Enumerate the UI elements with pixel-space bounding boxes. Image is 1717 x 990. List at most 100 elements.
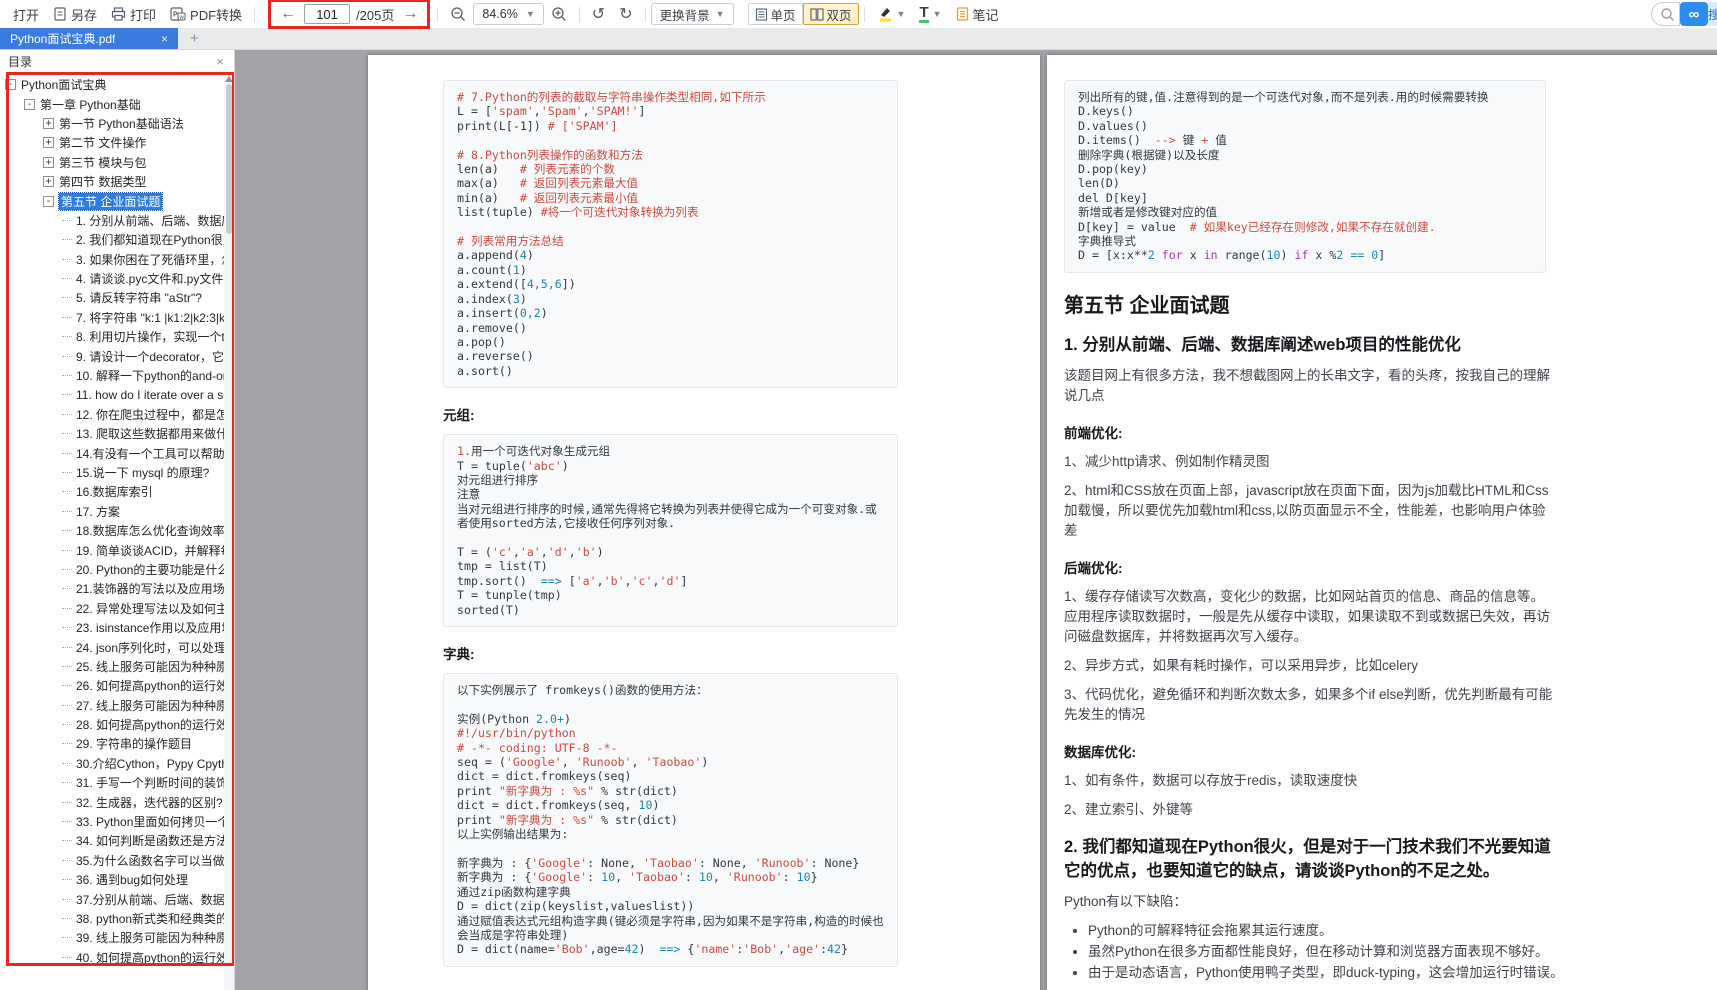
- text-tool-button[interactable]: T ▼: [912, 2, 948, 26]
- toc-item[interactable]: -第五节 企业面试题: [0, 191, 234, 210]
- expand-icon[interactable]: +: [43, 118, 54, 129]
- document-canvas[interactable]: # 7.Python的列表的截取与字符串操作类型相同,如下所示L = ['spa…: [235, 50, 1717, 990]
- toc-item[interactable]: 18.数据库怎么优化查询效率?: [0, 521, 234, 540]
- toc-item[interactable]: 8. 利用切片操作，实现一个trim(): [0, 327, 234, 346]
- toc-scrollbar[interactable]: [224, 72, 234, 990]
- toc-item[interactable]: 2. 我们都知道现在Python很火，但是对于一门技术: [0, 230, 234, 249]
- clipped-edge-button[interactable]: 搜: [1708, 2, 1717, 26]
- toc-item[interactable]: 1. 分别从前端、后端、数据库阐述web项目的性能优化: [0, 211, 234, 230]
- toc-item[interactable]: 5. 请反转字符串 "aStr"?: [0, 288, 234, 307]
- toc-item[interactable]: 20. Python的主要功能是什么?: [0, 560, 234, 579]
- redo-button[interactable]: ↻: [612, 4, 639, 24]
- toc-item[interactable]: 17. 方案: [0, 502, 234, 521]
- scrollbar-thumb[interactable]: [226, 84, 232, 234]
- toc-item[interactable]: 10. 解释一下python的and-or语法: [0, 366, 234, 385]
- save-as-button[interactable]: 另存: [46, 2, 104, 26]
- toc-item[interactable]: 27. 线上服务可能因为种种原因导致挂掉: [0, 696, 234, 715]
- tree-connector: [62, 375, 72, 376]
- single-page-button[interactable]: 单页: [748, 3, 803, 25]
- toc-item[interactable]: 12. 你在爬虫过程中，都是怎么进行的: [0, 405, 234, 424]
- toc-item[interactable]: +第一节 Python基础语法: [0, 114, 234, 133]
- scroll-up-icon[interactable]: [225, 76, 233, 82]
- toc-item[interactable]: -第一章 Python基础: [0, 94, 234, 113]
- chevron-down-icon: ▼: [716, 9, 725, 19]
- toc-close-icon[interactable]: ×: [216, 54, 224, 69]
- toc-item[interactable]: -Python面试宝典: [0, 75, 234, 94]
- toc-item[interactable]: 39. 线上服务可能因为种种原因导致: [0, 928, 234, 947]
- highlighter-button[interactable]: ▼: [870, 2, 913, 26]
- print-button[interactable]: 打印: [104, 2, 163, 26]
- toc-item-label: 22. 异常处理写法以及如何主动抛出异常: [76, 600, 234, 617]
- toc-item[interactable]: 28. 如何提高python的运行效率: [0, 715, 234, 734]
- code-line: list(tuple) #将一个可迭代对象转换为列表: [457, 205, 884, 219]
- collapse-icon[interactable]: -: [24, 99, 35, 110]
- toc-item[interactable]: 19. 简单谈谈ACID，并解释每一个特性: [0, 540, 234, 559]
- next-page-button[interactable]: →: [400, 5, 420, 23]
- toc-item[interactable]: 26. 如何提高python的运行效率: [0, 676, 234, 695]
- zoom-level-select[interactable]: 84.6% ▼: [473, 3, 543, 25]
- toc-item[interactable]: 30.介绍Cython，Pypy Cpython的区别: [0, 754, 234, 773]
- toc-item-label: 14.有没有一个工具可以帮助查找: [76, 445, 234, 462]
- toc-item[interactable]: 13. 爬取这些数据都用来做什么的: [0, 424, 234, 443]
- note-button[interactable]: 笔记: [949, 2, 1006, 26]
- double-page-button[interactable]: 双页: [803, 3, 859, 25]
- tree-connector: [62, 957, 72, 958]
- toolbar-separator: [437, 7, 438, 22]
- zoom-in-button[interactable]: [544, 2, 574, 26]
- toc-item[interactable]: +第二节 文件操作: [0, 133, 234, 152]
- toc-item[interactable]: 35.为什么函数名字可以当做参数用: [0, 851, 234, 870]
- toc-item-label: 19. 简单谈谈ACID，并解释每一个特性: [76, 542, 234, 559]
- toc-item-label: 35.为什么函数名字可以当做参数用: [76, 852, 234, 869]
- toc-item[interactable]: 33. Python里面如何拷贝一个对象?: [0, 812, 234, 831]
- code-line: 以上实例输出结果为:: [457, 827, 884, 841]
- toc-item[interactable]: 36. 遇到bug如何处理: [0, 870, 234, 889]
- section-heading: 第五节 企业面试题: [1064, 289, 1556, 318]
- tree-connector: [62, 899, 72, 900]
- expand-icon[interactable]: +: [43, 137, 54, 148]
- toc-item[interactable]: 24. json序列化时，可以处理的数据类型: [0, 637, 234, 656]
- tab-python-interview-pdf[interactable]: Python面试宝典.pdf ×: [0, 28, 178, 49]
- paragraph: 1、减少http请求、例如制作精灵图: [1064, 452, 1556, 472]
- toc-item[interactable]: 34. 如何判断是函数还是方法?: [0, 831, 234, 850]
- ai-assistant-button[interactable]: ∞: [1680, 2, 1708, 26]
- toc-item[interactable]: 37.分别从前端、后端、数据库阐述: [0, 889, 234, 908]
- undo-button[interactable]: ↺: [585, 4, 612, 24]
- toc-item[interactable]: 14.有没有一个工具可以帮助查找: [0, 443, 234, 462]
- collapse-icon[interactable]: -: [5, 79, 16, 90]
- toc-item[interactable]: 22. 异常处理写法以及如何主动抛出异常: [0, 599, 234, 618]
- toc-item[interactable]: 11. how do I iterate over a sequence: [0, 385, 234, 404]
- new-tab-button[interactable]: +: [178, 28, 211, 49]
- search-input[interactable]: [1651, 2, 1680, 26]
- toc-item[interactable]: 3. 如果你困在了死循环里，怎么打破它?: [0, 250, 234, 269]
- toc-item[interactable]: 29. 字符串的操作题目: [0, 734, 234, 753]
- tab-close-icon[interactable]: ×: [159, 32, 170, 46]
- toc-item[interactable]: 38. python新式类和经典类的区别?: [0, 909, 234, 928]
- change-background-button[interactable]: 更换背景 ▼: [651, 3, 734, 25]
- toc-item[interactable]: 15.说一下 mysql 的原理?: [0, 463, 234, 482]
- toc-item[interactable]: 4. 请谈谈.pyc文件和.py文件的不同之处: [0, 269, 234, 288]
- bold-label: 后端优化:: [1064, 557, 1556, 577]
- expand-icon[interactable]: +: [43, 157, 54, 168]
- zoom-in-icon: [551, 6, 567, 22]
- toc-item[interactable]: 21.装饰器的写法以及应用场景: [0, 579, 234, 598]
- prev-page-button[interactable]: ←: [278, 5, 298, 23]
- toc-item[interactable]: 23. isinstance作用以及应用场景: [0, 618, 234, 637]
- toc-item[interactable]: 9. 请设计一个decorator，它可作用于任何函数: [0, 346, 234, 365]
- toc-item[interactable]: 31. 手写一个判断时间的装饰器: [0, 773, 234, 792]
- toc-item[interactable]: 40. 如何提高python的运行效率: [0, 948, 234, 967]
- page-number-input[interactable]: [304, 4, 350, 24]
- toc-item[interactable]: +第四节 数据类型: [0, 172, 234, 191]
- zoom-out-button[interactable]: [443, 2, 473, 26]
- bullet-item: 虽然Python在很多方面都性能良好，但在移动计算和浏览器方面表现不够好。: [1088, 942, 1580, 961]
- pdf-convert-button[interactable]: Pw PDF转换: [163, 2, 249, 26]
- toc-tree: -Python面试宝典-第一章 Python基础+第一节 Python基础语法+…: [0, 72, 234, 967]
- open-button[interactable]: 打开: [6, 2, 46, 26]
- toc-item[interactable]: +第三节 模块与包: [0, 153, 234, 172]
- code-line: 列出所有的键,值.注意得到的是一个可迭代对象,而不是列表.用的时候需要转换: [1078, 90, 1532, 104]
- toc-item[interactable]: 7. 将字符串 "k:1 |k1:2|k2:3|k3:4": [0, 308, 234, 327]
- toc-item[interactable]: 16.数据库索引: [0, 482, 234, 501]
- expand-icon[interactable]: +: [43, 176, 54, 187]
- toc-item[interactable]: 32. 生成器，迭代器的区别?: [0, 792, 234, 811]
- collapse-icon[interactable]: -: [43, 196, 54, 207]
- toc-item[interactable]: 25. 线上服务可能因为种种原因导致挂掉: [0, 657, 234, 676]
